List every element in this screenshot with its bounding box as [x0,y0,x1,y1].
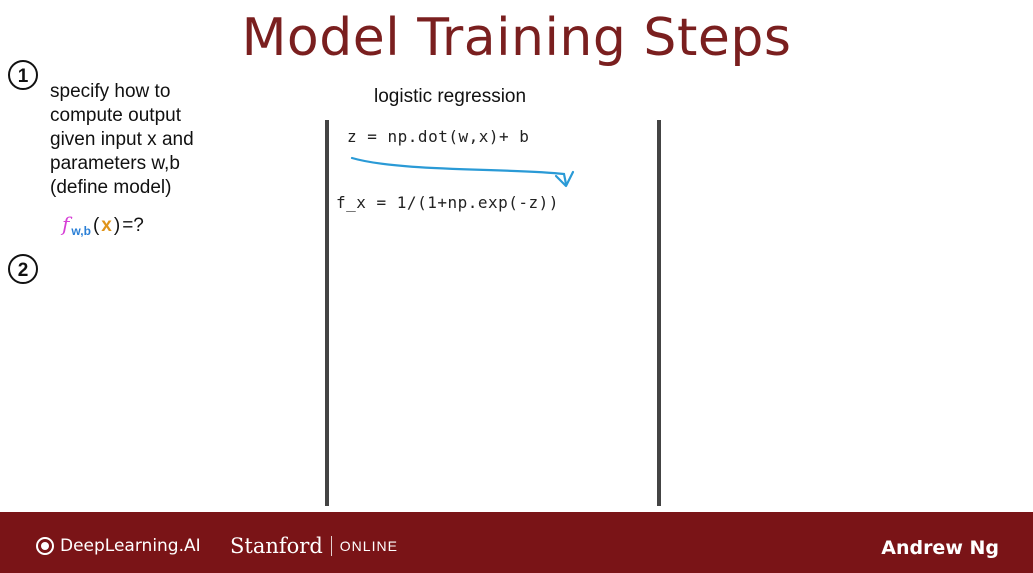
formula-rest: =? [122,215,144,236]
step-1-number: 1 [18,66,29,87]
slide-title: Model Training Steps [241,8,792,68]
deeplearning-ai-text: DeepLearning.AI [60,536,201,556]
step-1-description: specify how to compute output given inpu… [50,80,290,200]
step-1-line: given input x and [50,129,194,150]
code-line-f-x: f_x = 1/(1+np.exp(-z)) [336,193,559,212]
step-1-line: (define model) [50,177,172,198]
formula-arg: x [101,215,112,236]
substitution-arrow-icon [350,156,575,188]
step-1-line: parameters w,b [50,153,180,174]
presenter-name: Andrew Ng [881,537,999,559]
formula-subscript: w,b [71,224,91,238]
column-header-logistic-regression: logistic regression [374,86,527,107]
formula-f: f [62,212,70,236]
footer-bar: DeepLearning.AI Stanford ONLINE Andrew N… [0,512,1033,573]
logo-separator [330,536,332,556]
column-divider-left [325,120,329,506]
step-2-number: 2 [18,260,29,281]
stanford-text: Stanford [230,534,323,558]
step-1-line: specify how to [50,81,171,102]
online-text: ONLINE [339,538,398,554]
column-divider-right [657,120,661,506]
model-formula: f w,b (x) =? [62,212,144,238]
step-2-circle-icon: 2 [8,254,38,284]
slide: Model Training Steps 1 specify how to co… [0,0,1033,512]
code-line-z: z = np.dot(w,x)+ b [347,127,530,146]
deeplearning-ai-icon [36,537,54,555]
deeplearning-ai-logo: DeepLearning.AI [36,536,201,556]
step-1-circle-icon: 1 [8,60,38,90]
step-1-line: compute output [50,105,181,126]
stanford-online-logo: Stanford ONLINE [230,534,398,558]
